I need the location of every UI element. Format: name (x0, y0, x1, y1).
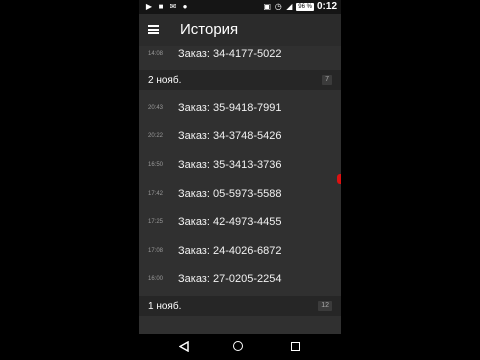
scroll-marker (337, 174, 341, 184)
mail-icon: ✉ (169, 2, 177, 11)
navigation-bar (139, 334, 341, 360)
signal-icon: ◢ (286, 1, 293, 11)
date-header: 2 нояб. 7 (139, 70, 341, 90)
list-item[interactable]: 17:08 Заказ: 24-4026-6872 (139, 237, 341, 265)
count-badge: 7 (322, 75, 332, 85)
date-label: 2 нояб. (148, 74, 182, 86)
hamburger-menu-icon[interactable] (148, 25, 159, 34)
list-item[interactable]: 20:22 Заказ: 34-3748-5426 (139, 122, 341, 150)
item-order: Заказ: 05-5973-5588 (178, 188, 282, 200)
date-label: 1 нояб. (148, 300, 182, 312)
app-toolbar: История (139, 14, 341, 46)
item-time: 20:43 (148, 105, 164, 111)
item-time: 17:08 (148, 248, 164, 254)
list-item[interactable]: 14:08 Заказ: 34-4177-5022 (139, 46, 341, 68)
play-icon: ▶ (145, 2, 153, 11)
alarm-icon: ◷ (274, 1, 282, 11)
back-icon[interactable] (179, 341, 189, 352)
list-item[interactable]: 17:42 Заказ: 05-5973-5588 (139, 180, 341, 208)
status-bar: ▶ ■ ✉ ● ▣ ◷ ◢ 96 % 0:12 (139, 0, 341, 14)
item-time: 16:00 (148, 276, 164, 282)
list-item[interactable]: 16:50 Заказ: 35-3413-3736 (139, 151, 341, 179)
messenger-icon: ● (182, 2, 188, 11)
list-item[interactable]: 17:25 Заказ: 42-4973-4455 (139, 208, 341, 236)
page-title: История (180, 21, 239, 38)
battery-icon: 96 % (296, 2, 314, 11)
item-time: 17:42 (148, 191, 164, 197)
item-time: 16:50 (148, 162, 164, 168)
item-time: 20:22 (148, 133, 164, 139)
item-order: Заказ: 27-0205-2254 (178, 273, 282, 285)
count-badge: 12 (318, 301, 332, 311)
item-order: Заказ: 34-4177-5022 (178, 48, 282, 60)
item-order: Заказ: 34-3748-5426 (178, 130, 282, 142)
item-time: 17:25 (148, 219, 164, 225)
item-order: Заказ: 35-3413-3736 (178, 159, 282, 171)
video-icon: ■ (158, 2, 164, 11)
home-icon[interactable] (233, 341, 243, 351)
item-order: Заказ: 24-4026-6872 (178, 245, 282, 257)
notification-icon: ▣ (263, 1, 272, 11)
item-order: Заказ: 42-4973-4455 (178, 216, 282, 228)
phone-screen: ▶ ■ ✉ ● ▣ ◷ ◢ 96 % 0:12 История 14:08 За… (139, 0, 341, 360)
clock: 0:12 (316, 1, 337, 12)
date-header: 1 нояб. 12 (139, 296, 341, 316)
recent-apps-icon[interactable] (291, 342, 300, 351)
item-time: 14:08 (148, 51, 164, 57)
item-order: Заказ: 35-9418-7991 (178, 102, 282, 114)
history-list[interactable]: 14:08 Заказ: 34-4177-5022 2 нояб. 7 20:4… (139, 46, 341, 334)
list-item[interactable]: 20:43 Заказ: 35-9418-7991 (139, 94, 341, 122)
status-icons-left: ▶ ■ ✉ ● (145, 3, 189, 11)
list-item[interactable]: 16:00 Заказ: 27-0205-2254 (139, 265, 341, 293)
status-icons-right: ▣ ◷ ◢ 96 % 0:12 (263, 1, 337, 12)
